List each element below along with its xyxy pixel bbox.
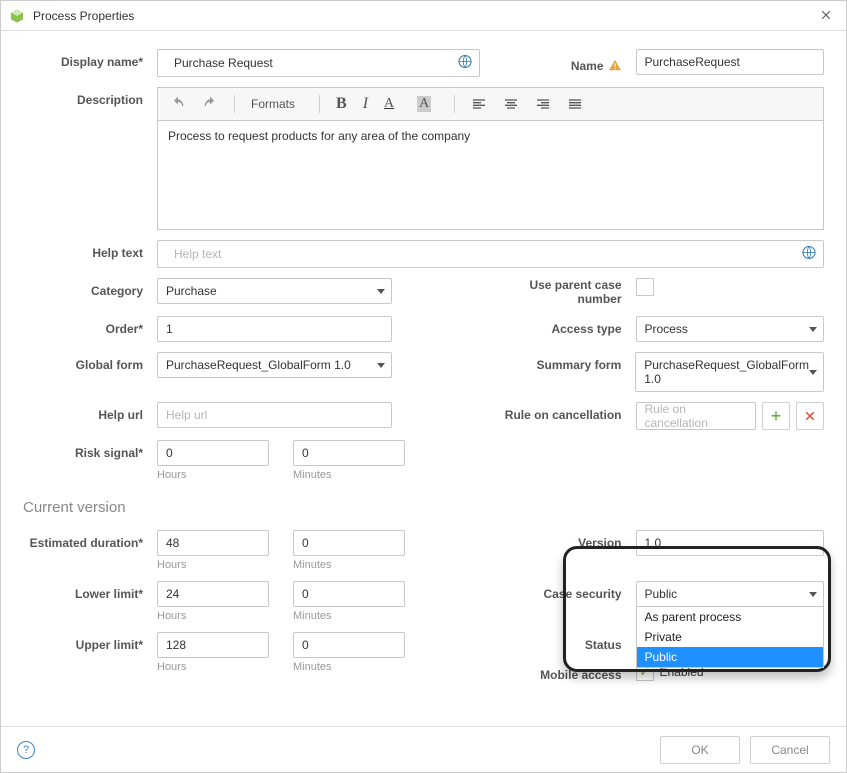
align-justify-button[interactable] — [561, 93, 589, 115]
close-icon[interactable] — [814, 8, 838, 24]
lower-minutes-input[interactable] — [293, 581, 405, 607]
display-name-input[interactable] — [166, 51, 471, 75]
category-label: Category — [23, 278, 157, 298]
name-label: Name — [571, 59, 604, 73]
globe-icon[interactable] — [801, 245, 817, 264]
redo-button[interactable] — [196, 93, 224, 115]
est-minutes-input[interactable] — [293, 530, 405, 556]
risk-minutes-input[interactable] — [293, 440, 405, 466]
version-input[interactable] — [636, 530, 825, 556]
warning-icon — [608, 58, 622, 75]
align-center-button[interactable] — [497, 93, 525, 115]
risk-signal-label: Risk signal* — [23, 440, 157, 460]
description-label: Description — [23, 87, 157, 107]
description-editor[interactable]: Process to request products for any area… — [157, 120, 824, 230]
use-parent-case-number-checkbox[interactable] — [636, 278, 654, 296]
global-form-label: Global form — [23, 352, 157, 372]
align-left-button[interactable] — [465, 93, 493, 115]
case-security-option[interactable]: Public — [637, 647, 824, 667]
case-security-dropdown: As parent process Private Public — [636, 606, 825, 668]
add-rule-button[interactable]: + — [762, 402, 790, 430]
mobile-access-label: Mobile access — [502, 662, 636, 682]
help-text-label: Help text — [23, 240, 157, 260]
case-security-option[interactable]: As parent process — [637, 607, 824, 627]
dialog-footer: ? OK Cancel — [1, 726, 846, 772]
status-label: Status — [502, 632, 636, 652]
upper-limit-label: Upper limit* — [23, 632, 157, 652]
hours-hint: Hours — [157, 469, 269, 481]
undo-button[interactable] — [164, 93, 192, 115]
titlebar: Process Properties — [1, 1, 846, 31]
cancel-button[interactable]: Cancel — [750, 736, 830, 764]
est-hours-input[interactable] — [157, 530, 269, 556]
summary-form-label: Summary form — [501, 352, 635, 392]
global-form-select[interactable]: PurchaseRequest_GlobalForm 1.0 — [157, 352, 392, 378]
use-parent-case-number-label: Use parent case number — [502, 278, 636, 306]
globe-icon[interactable] — [457, 54, 473, 73]
access-type-label: Access type — [502, 316, 636, 342]
text-color-button[interactable]: A — [378, 93, 407, 115]
help-url-label: Help url — [23, 402, 157, 422]
rule-on-cancel-label: Rule on cancellation — [502, 402, 636, 430]
display-name-label: Display name* — [23, 49, 157, 69]
minutes-hint: Minutes — [293, 469, 405, 481]
process-properties-dialog: Process Properties Display name* — [0, 0, 847, 773]
background-color-button[interactable]: A — [411, 93, 444, 115]
case-security-option[interactable]: Private — [637, 627, 824, 647]
upper-minutes-input[interactable] — [293, 632, 405, 658]
rule-on-cancel-input[interactable]: Rule on cancellation — [636, 402, 757, 430]
estimated-duration-label: Estimated duration* — [23, 530, 157, 550]
display-name-field-wrapper — [157, 49, 480, 77]
risk-hours-input[interactable] — [157, 440, 269, 466]
remove-rule-button[interactable] — [796, 402, 824, 430]
lower-hours-input[interactable] — [157, 581, 269, 607]
order-input[interactable] — [157, 316, 392, 342]
dialog-content: Display name* Name — [1, 31, 846, 726]
summary-form-select[interactable]: PurchaseRequest_GlobalForm 1.0 — [635, 352, 824, 392]
name-input[interactable] — [636, 49, 825, 75]
help-url-input[interactable] — [157, 402, 392, 428]
formats-dropdown[interactable]: Formats — [245, 94, 309, 114]
align-right-button[interactable] — [529, 93, 557, 115]
case-security-select[interactable]: Public — [636, 581, 825, 607]
help-text-input[interactable] — [166, 242, 815, 266]
help-icon[interactable]: ? — [17, 741, 35, 759]
lower-limit-label: Lower limit* — [23, 581, 157, 601]
dialog-title: Process Properties — [33, 9, 814, 23]
ok-button[interactable]: OK — [660, 736, 740, 764]
richtext-toolbar: Formats B I A A — [157, 87, 824, 120]
access-type-select[interactable]: Process — [636, 316, 825, 342]
upper-hours-input[interactable] — [157, 632, 269, 658]
current-version-heading: Current version — [23, 499, 824, 516]
version-label: Version — [502, 530, 636, 571]
category-select[interactable]: Purchase — [157, 278, 392, 304]
italic-button[interactable]: I — [357, 92, 374, 116]
bold-button[interactable]: B — [330, 92, 353, 116]
case-security-label: Case security — [502, 581, 636, 622]
app-cube-icon — [9, 8, 25, 24]
order-label: Order* — [23, 316, 157, 336]
